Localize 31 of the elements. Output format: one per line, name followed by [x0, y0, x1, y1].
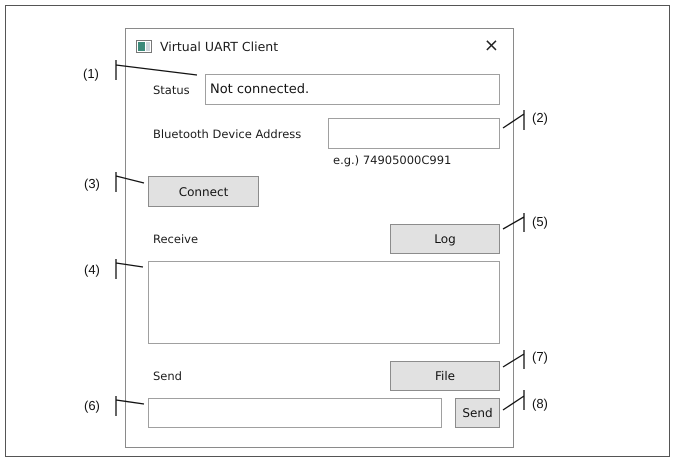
- window-title: Virtual UART Client: [160, 38, 280, 54]
- callout-label: (8): [532, 396, 548, 411]
- callout-label: (2): [532, 110, 548, 125]
- receive-area[interactable]: [148, 261, 500, 344]
- leader-line: [502, 212, 525, 233]
- leader-line: [115, 395, 145, 417]
- address-field[interactable]: [328, 118, 500, 149]
- callout-label: (7): [532, 349, 548, 364]
- leader-line: [502, 349, 525, 370]
- callout-label: (3): [84, 176, 100, 191]
- callout-label: (6): [84, 398, 100, 413]
- app-icon: [136, 40, 152, 52]
- status-label: Status: [152, 82, 191, 96]
- leader-line: [502, 109, 525, 131]
- callout-label: (4): [84, 262, 100, 277]
- send-field[interactable]: [148, 398, 442, 428]
- address-label: Bluetooth Device Address: [152, 126, 302, 140]
- close-button[interactable]: ×: [480, 37, 503, 55]
- callout-label: (1): [83, 66, 99, 81]
- send-label: Send: [152, 369, 182, 383]
- address-hint: e.g.) 74905000C991: [333, 153, 452, 167]
- receive-label: Receive: [152, 232, 198, 246]
- leader-line: [115, 258, 144, 280]
- send-button[interactable]: Send: [455, 398, 500, 428]
- callout-label: (5): [532, 214, 548, 229]
- log-button[interactable]: Log: [390, 224, 500, 254]
- file-button[interactable]: File: [390, 361, 500, 391]
- connect-button[interactable]: Connect: [148, 176, 259, 207]
- status-field[interactable]: Not connected.: [205, 74, 500, 105]
- leader-line: [502, 389, 525, 411]
- leader-line: [115, 171, 145, 193]
